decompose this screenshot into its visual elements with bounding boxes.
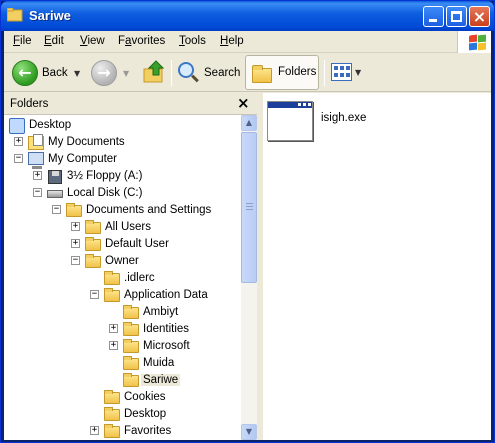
toolbar-separator: [324, 60, 325, 86]
menu-view[interactable]: View: [80, 35, 105, 47]
minimize-icon: [429, 19, 437, 22]
collapse-icon[interactable]: −: [90, 290, 99, 299]
maximize-button[interactable]: [446, 6, 467, 27]
folder-icon: [104, 390, 120, 404]
tree-scrollbar[interactable]: ▲ ▼: [241, 115, 257, 440]
close-button[interactable]: ×: [469, 6, 490, 27]
file-name: isigh.exe: [321, 112, 367, 124]
collapse-icon[interactable]: −: [71, 256, 80, 265]
folder-icon: [104, 424, 120, 438]
forward-arrow-icon: →: [91, 60, 117, 86]
search-button[interactable]: Search: [176, 57, 242, 89]
expand-icon[interactable]: +: [109, 341, 118, 350]
title-bar[interactable]: Sariwe ×: [1, 1, 494, 31]
my-documents-icon: [28, 134, 44, 150]
desktop-icon: [9, 118, 25, 134]
folder-icon: [123, 356, 139, 370]
expand-icon[interactable]: +: [33, 171, 42, 180]
floppy-drive-icon: [48, 170, 62, 184]
expand-icon[interactable]: +: [14, 137, 23, 146]
collapse-icon[interactable]: −: [14, 154, 23, 163]
open-folder-icon: [123, 373, 139, 387]
folder-icon: [123, 305, 139, 319]
scroll-up-icon[interactable]: ▲: [241, 115, 257, 131]
folder-icon: [85, 220, 101, 234]
file-list: isigh.exe: [263, 93, 491, 440]
expand-icon[interactable]: +: [90, 426, 99, 435]
scroll-thumb[interactable]: [241, 132, 257, 283]
application-exe-icon: [267, 101, 313, 141]
expand-icon[interactable]: +: [71, 239, 80, 248]
folder-icon: [85, 237, 101, 251]
menu-help[interactable]: Help: [220, 35, 244, 47]
window-frame: File Edit View Favorites Tools Help ← Ba…: [4, 31, 491, 440]
folders-pane-title: Folders: [10, 98, 49, 110]
folder-window-icon: [7, 8, 23, 22]
folders-label: Folders: [278, 66, 317, 78]
folder-icon: [123, 322, 139, 336]
back-label: Back: [42, 67, 68, 79]
window-title: Sariwe: [29, 8, 71, 23]
forward-button[interactable]: → ▼: [91, 57, 131, 89]
selected-folder-label: Sariwe: [141, 374, 181, 386]
views-dropdown-icon[interactable]: ▼: [355, 68, 361, 77]
toolbar-separator: [171, 60, 172, 86]
folder-icon: [66, 203, 82, 217]
expand-icon[interactable]: +: [109, 324, 118, 333]
windows-logo-icon: [457, 31, 491, 53]
folders-pane: Folders × Desktop + My Documents − My Co: [4, 93, 260, 440]
back-dropdown-icon[interactable]: ▼: [74, 69, 80, 78]
menu-tools[interactable]: Tools: [179, 35, 206, 47]
collapse-icon[interactable]: −: [52, 205, 61, 214]
my-computer-icon: [28, 152, 44, 169]
menu-edit[interactable]: Edit: [44, 35, 64, 47]
scroll-down-icon[interactable]: ▼: [241, 424, 257, 440]
up-folder-icon[interactable]: [141, 59, 167, 85]
expand-icon[interactable]: +: [71, 222, 80, 231]
close-icon: ×: [472, 7, 487, 26]
folders-icon: [252, 65, 272, 83]
folder-icon: [123, 339, 139, 353]
folders-pane-header: Folders ×: [4, 93, 257, 115]
menu-bar: File Edit View Favorites Tools Help: [4, 31, 491, 53]
maximize-icon: [451, 11, 462, 22]
hard-disk-icon: [47, 190, 63, 198]
minimize-button[interactable]: [423, 6, 444, 27]
close-pane-icon[interactable]: ×: [237, 94, 250, 112]
folder-tree: Desktop + My Documents − My Computer + 3…: [4, 115, 241, 440]
collapse-icon[interactable]: −: [33, 188, 42, 197]
folder-icon: [85, 254, 101, 268]
back-button[interactable]: ← Back ▼: [12, 57, 82, 89]
folders-button[interactable]: Folders: [245, 55, 319, 90]
explorer-window: Sariwe × File Edit View Favorites Tools …: [0, 0, 495, 443]
search-icon: [178, 62, 194, 78]
menu-favorites[interactable]: Favorites: [118, 35, 165, 47]
folder-icon: [104, 271, 120, 285]
forward-dropdown-icon[interactable]: ▼: [123, 69, 129, 78]
menu-file[interactable]: File: [13, 35, 32, 47]
views-icon[interactable]: [331, 63, 352, 81]
folder-icon: [104, 288, 120, 302]
search-label: Search: [204, 67, 241, 79]
toolbar: ← Back ▼ → ▼ Search Folders ▼: [4, 54, 491, 92]
back-arrow-icon: ←: [12, 60, 38, 86]
folder-icon: [104, 407, 120, 421]
